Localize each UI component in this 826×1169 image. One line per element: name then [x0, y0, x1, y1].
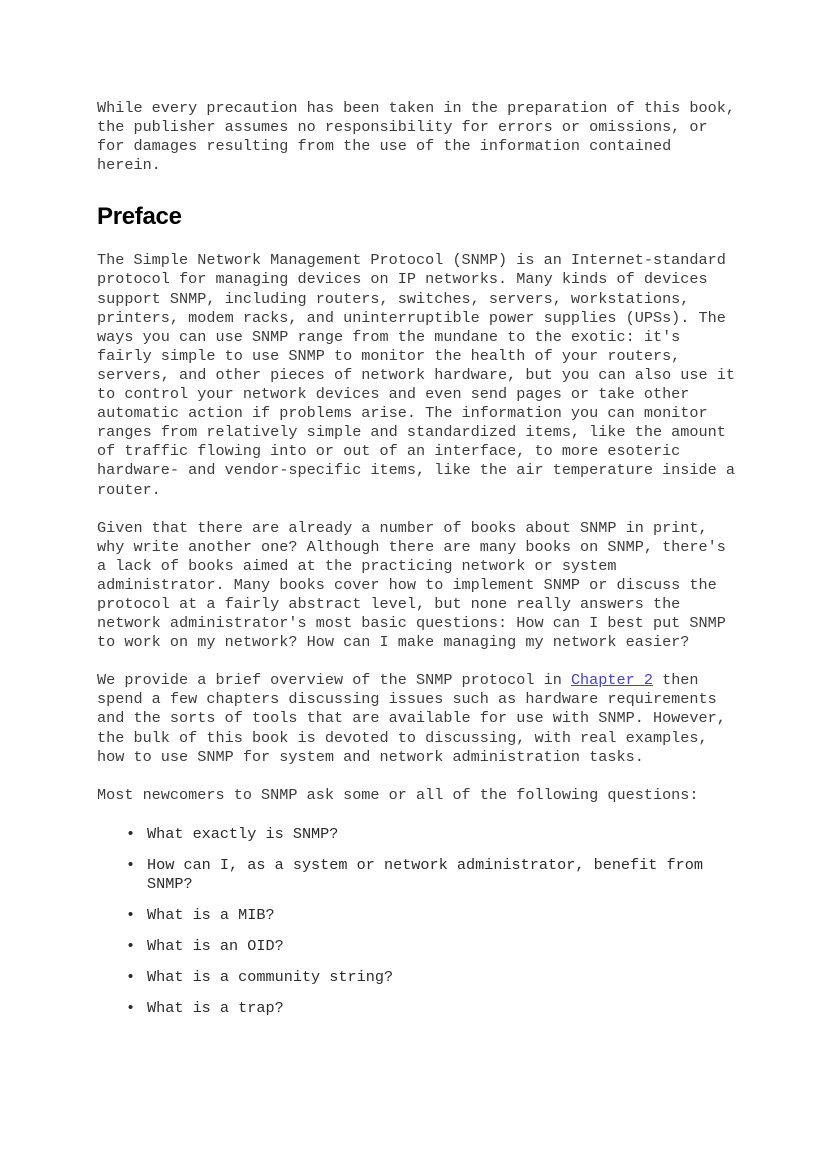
- chapter-reference-prefix: We provide a brief overview of the SNMP …: [97, 671, 571, 690]
- legal-notice-paragraph: While every precaution has been taken in…: [97, 99, 745, 175]
- page-title: Preface: [97, 203, 182, 231]
- list-item: • What is an OID?: [97, 937, 737, 956]
- bullet-icon: •: [126, 937, 136, 956]
- page-content: While every precaution has been taken in…: [97, 99, 737, 1030]
- list-item-label: What is a community string?: [147, 968, 394, 987]
- questions-intro-paragraph: Most newcomers to SNMP ask some or all o…: [97, 785, 699, 804]
- bullet-icon: •: [126, 968, 136, 987]
- list-item-label: How can I, as a system or network admini…: [147, 855, 713, 893]
- bullet-icon: •: [126, 906, 136, 925]
- list-item: • What exactly is SNMP?: [97, 825, 737, 844]
- list-item-label: What is an OID?: [147, 937, 284, 956]
- intro-paragraph-1: The Simple Network Management Protocol (…: [97, 251, 745, 499]
- bullet-icon: •: [126, 855, 136, 874]
- bullet-icon: •: [126, 999, 136, 1018]
- questions-list: • What exactly is SNMP? • How can I, as a …: [97, 825, 737, 1019]
- list-item-label: What exactly is SNMP?: [147, 824, 339, 843]
- list-item: • What is a community string?: [97, 968, 737, 987]
- chapter-reference-paragraph: We provide a brief overview of the SNMP …: [97, 671, 737, 766]
- chapter-2-link[interactable]: Chapter 2: [571, 671, 653, 689]
- list-item: • How can I, as a system or network admin…: [97, 856, 737, 894]
- document-page: While every precaution has been taken in…: [0, 0, 826, 1169]
- list-item-label: What is a MIB?: [147, 906, 275, 925]
- list-item-label: What is a trap?: [147, 999, 284, 1018]
- intro-paragraph-2: Given that there are already a number of…: [97, 518, 735, 652]
- list-item: • What is a MIB?: [97, 906, 737, 925]
- bullet-icon: •: [126, 824, 136, 843]
- list-item: • What is a trap?: [97, 999, 737, 1018]
